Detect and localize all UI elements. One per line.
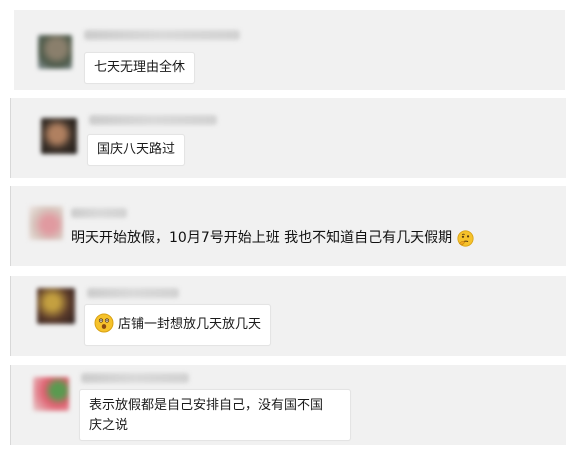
username-blurred [71, 208, 127, 218]
message-bubble: 表示放假都是自己安排自己，没有国不国 庆之说 [79, 389, 351, 441]
avatar[interactable] [33, 377, 69, 411]
message-text: 明天开始放假，10月7号开始上班 我也不知道自己有几天假期 [71, 230, 453, 246]
username-blurred [84, 30, 240, 40]
message-bubble: 店铺一封想放几天放几天 [84, 304, 272, 346]
message-text-line: 表示放假都是自己安排自己，没有国不国 [89, 398, 324, 413]
username-blurred [87, 288, 179, 298]
message-text: 店铺一封想放几天放几天 [118, 317, 262, 332]
message-text-row: 明天开始放假，10月7号开始上班 我也不知道自己有几天假期 [71, 228, 474, 248]
avatar[interactable] [29, 206, 63, 240]
avatar[interactable] [37, 288, 75, 324]
comment-card: 表示放假都是自己安排自己，没有国不国 庆之说 [10, 365, 566, 445]
comment-card: 店铺一封想放几天放几天 [10, 276, 566, 356]
comment-card: 明天开始放假，10月7号开始上班 我也不知道自己有几天假期 [10, 186, 566, 266]
message-text: 国庆八天路过 [97, 142, 176, 157]
message-text-line: 庆之说 [89, 418, 129, 433]
username-blurred [81, 373, 189, 383]
comment-card: 国庆八天路过 [10, 98, 566, 178]
comment-card: 七天无理由全休 [14, 10, 565, 90]
message-bubble: 七天无理由全休 [84, 52, 196, 84]
username-blurred [89, 115, 217, 125]
avatar[interactable] [41, 118, 77, 154]
message-bubble: 国庆八天路过 [87, 134, 186, 166]
grimacing-face-icon [94, 313, 114, 332]
avatar[interactable] [38, 35, 72, 69]
comment-feed: 七天无理由全休 国庆八天路过 明天开始放假，10月7号开始上班 我也不知道自己有… [0, 0, 575, 454]
message-text: 七天无理由全休 [94, 60, 186, 75]
thinking-face-icon [457, 229, 474, 247]
